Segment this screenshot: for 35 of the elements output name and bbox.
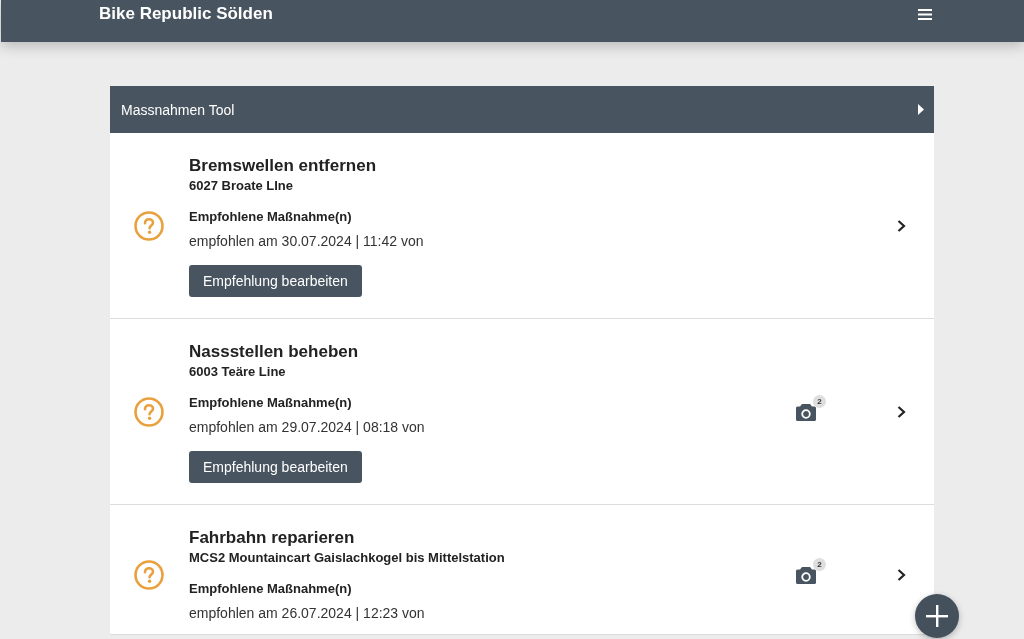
recommendation-date: empfohlen am 30.07.2024 | 11:42 von — [189, 232, 424, 251]
camera-icon — [796, 566, 816, 584]
panel-header[interactable]: Massnahmen Tool — [110, 86, 934, 133]
recommendation-date: empfohlen am 29.07.2024 | 08:18 von — [189, 418, 425, 437]
question-icon — [134, 211, 164, 241]
measure-title: Bremswellen entfernen — [189, 155, 377, 177]
question-icon — [134, 397, 164, 427]
edit-recommendation-button[interactable]: Empfehlung bearbeiten — [189, 265, 362, 297]
app-title: Bike Republic Sölden — [99, 3, 273, 25]
recommendation-label: Empfohlene Maßnahme(n) — [189, 208, 352, 226]
edit-recommendation-button[interactable]: Empfehlung bearbeiten — [189, 451, 362, 483]
chevron-right-icon — [897, 406, 906, 418]
camera-icon — [796, 403, 816, 421]
triangle-right-icon — [918, 104, 924, 115]
panel-title: Massnahmen Tool — [121, 100, 235, 119]
photo-count-badge: 2 — [813, 394, 826, 408]
plus-icon — [926, 605, 948, 627]
open-details-button[interactable] — [897, 406, 906, 418]
measure-title: Fahrbahn reparieren — [189, 527, 355, 549]
question-icon — [134, 560, 164, 590]
add-button[interactable] — [915, 594, 959, 638]
trail-name: 6003 Teäre Line — [189, 363, 286, 380]
recommendation-label: Empfohlene Maßnahme(n) — [189, 394, 352, 412]
recommendation-date: empfohlen am 26.07.2024 | 12:23 von — [189, 604, 425, 623]
menu-button[interactable] — [918, 9, 932, 20]
open-details-button[interactable] — [897, 569, 906, 581]
measure-title: Nassstellen beheben — [189, 341, 359, 363]
menu-icon — [918, 9, 932, 20]
trail-name: MCS2 Mountaincart Gaislachkogel bis Mittelstation — [189, 549, 505, 566]
trail-name: 6027 Broate LIne — [189, 177, 294, 194]
open-details-button[interactable] — [897, 220, 906, 232]
chevron-right-icon — [897, 220, 906, 232]
photo-count-badge: 2 — [813, 557, 826, 571]
recommendation-label: Empfohlene Maßnahme(n) — [189, 580, 352, 598]
chevron-right-icon — [897, 569, 906, 581]
